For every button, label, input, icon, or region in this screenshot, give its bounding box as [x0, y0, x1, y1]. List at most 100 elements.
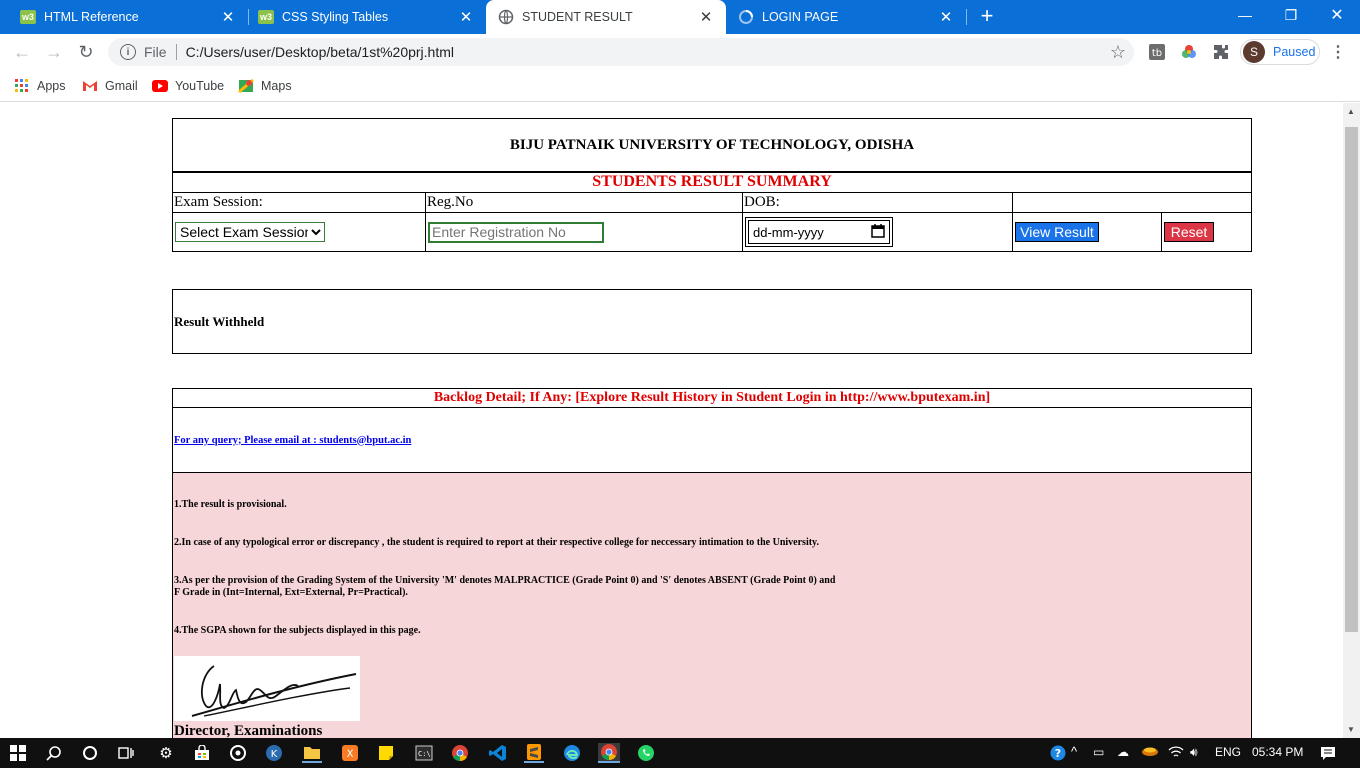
- minimize-button[interactable]: —: [1222, 0, 1268, 30]
- svg-text:ⵝ: ⵝ: [347, 749, 354, 760]
- bookmark-youtube[interactable]: YouTube: [152, 76, 224, 96]
- chrome-active-icon[interactable]: [598, 743, 620, 763]
- tab-login-page[interactable]: LOGIN PAGE ✕: [726, 0, 966, 34]
- exam-session-select[interactable]: Select Exam Session: [175, 222, 325, 242]
- vscode-icon[interactable]: [488, 743, 508, 763]
- dob-label: DOB:: [742, 192, 1013, 213]
- whatsapp-icon[interactable]: [636, 743, 656, 763]
- reg-no-label: Reg.No: [425, 192, 743, 213]
- store-icon[interactable]: [192, 743, 212, 763]
- reg-no-cell: [425, 212, 743, 252]
- close-icon[interactable]: ✕: [938, 9, 954, 26]
- sticky-notes-icon[interactable]: [376, 743, 396, 763]
- tab-separator: [966, 9, 967, 25]
- svg-text:?: ?: [1055, 747, 1061, 760]
- view-result-button[interactable]: View Result: [1015, 222, 1099, 242]
- profile-button[interactable]: S Paused: [1240, 39, 1320, 65]
- close-icon[interactable]: ✕: [220, 9, 236, 26]
- note-grading: 3.As per the provision of the Grading Sy…: [174, 575, 1251, 599]
- note-provisional: 1.The result is provisional.: [174, 499, 287, 510]
- dob-cell: dd-mm-yyyy: [742, 212, 1013, 252]
- tray-chevron-icon[interactable]: ^: [1071, 744, 1077, 759]
- restore-button[interactable]: ❐: [1268, 0, 1314, 30]
- back-button[interactable]: ←: [10, 40, 34, 64]
- scroll-down-arrow-icon[interactable]: ▼: [1347, 725, 1355, 734]
- info-icon[interactable]: i: [120, 44, 136, 60]
- tab-strip: w3 HTML Reference ✕ w3 CSS Styling Table…: [0, 0, 1360, 34]
- url-text[interactable]: C:/Users/user/Desktop/beta/1st%20prj.htm…: [186, 44, 454, 60]
- backlog-table: Backlog Detail; If Any: [Explore Result …: [172, 388, 1252, 738]
- color-wheel-extension-icon[interactable]: [1179, 42, 1199, 62]
- window-close-button[interactable]: ✕: [1314, 0, 1360, 30]
- university-title: BIJU PATNAIK UNIVERSITY OF TECHNOLOGY, O…: [172, 118, 1252, 173]
- signatory-title: Director, Examinations: [174, 723, 323, 738]
- scrollbar-thumb[interactable]: [1345, 127, 1358, 632]
- loading-icon: [738, 9, 754, 25]
- browser-toolbar: ← → ↻ i File C:/Users/user/Desktop/beta/…: [0, 34, 1360, 70]
- wifi-icon[interactable]: [1168, 745, 1184, 762]
- tab-student-result[interactable]: STUDENT RESULT ✕: [486, 0, 726, 34]
- new-tab-button[interactable]: +: [976, 5, 998, 27]
- bookmark-apps[interactable]: Apps: [14, 76, 66, 96]
- clock[interactable]: 05:34 PM: [1252, 745, 1303, 759]
- bookmark-label: Apps: [37, 79, 66, 93]
- address-bar[interactable]: i File C:/Users/user/Desktop/beta/1st%20…: [108, 38, 1134, 66]
- bookmark-gmail[interactable]: Gmail: [82, 76, 138, 96]
- query-email-link[interactable]: For any query; Please email at : student…: [174, 435, 411, 446]
- settings-icon[interactable]: ⚙: [156, 743, 176, 763]
- extension-icon[interactable]: tb: [1147, 42, 1167, 62]
- start-icon[interactable]: [8, 743, 28, 763]
- tab-css-styling-tables[interactable]: w3 CSS Styling Tables ✕: [238, 0, 486, 34]
- task-view-icon[interactable]: [116, 743, 136, 763]
- sublime-icon[interactable]: [524, 743, 544, 763]
- calendar-icon[interactable]: [871, 223, 885, 241]
- close-icon[interactable]: ✕: [458, 9, 474, 26]
- volume-icon[interactable]: 🔊︎: [1190, 745, 1198, 760]
- globe-icon: [498, 9, 514, 25]
- bookmarks-bar: Apps Gmail YouTube Maps: [0, 70, 1360, 102]
- reset-button[interactable]: Reset: [1164, 222, 1214, 242]
- bookmark-maps[interactable]: Maps: [238, 76, 292, 96]
- dob-field[interactable]: dd-mm-yyyy: [745, 217, 893, 247]
- terminal-icon[interactable]: C:\: [414, 743, 434, 763]
- tab-title: LOGIN PAGE: [762, 10, 839, 24]
- reset-cell: Reset: [1161, 212, 1252, 252]
- file-explorer-icon[interactable]: [302, 743, 322, 763]
- help-icon[interactable]: ?: [1048, 743, 1068, 763]
- scroll-up-arrow-icon[interactable]: ▲: [1347, 107, 1355, 116]
- forward-button[interactable]: →: [42, 40, 66, 64]
- profile-status: Paused: [1273, 45, 1316, 59]
- note-sgpa: 4.The SGPA shown for the subjects displa…: [174, 625, 421, 636]
- bookmark-star-icon[interactable]: ☆: [1110, 42, 1126, 63]
- cloud-icon[interactable]: ☁: [1117, 745, 1129, 759]
- close-icon[interactable]: ✕: [698, 9, 714, 26]
- xampp-icon[interactable]: ⵝ: [340, 743, 360, 763]
- vertical-scrollbar[interactable]: ▲ ▼: [1343, 103, 1360, 738]
- exam-session-cell: Select Exam Session: [172, 212, 426, 252]
- empty-header-cell: [1012, 192, 1252, 213]
- notes-cell: 1.The result is provisional. 2.In case o…: [172, 472, 1252, 738]
- extensions-puzzle-icon[interactable]: [1211, 42, 1231, 62]
- browser-menu-icon[interactable]: ⋮: [1330, 42, 1346, 62]
- dob-input[interactable]: dd-mm-yyyy: [748, 220, 890, 244]
- edge-icon[interactable]: [562, 743, 582, 763]
- weather-icon[interactable]: [1141, 745, 1159, 760]
- bookmark-label: Maps: [261, 79, 292, 93]
- dob-placeholder: dd-mm-yyyy: [753, 224, 824, 240]
- url-scheme: File: [144, 44, 167, 60]
- battery-icon[interactable]: ▭: [1093, 745, 1104, 759]
- network-icon[interactable]: K: [264, 743, 284, 763]
- cortana-icon[interactable]: [80, 743, 100, 763]
- reload-button[interactable]: ↻: [74, 40, 98, 64]
- language-indicator[interactable]: ENG: [1215, 745, 1241, 759]
- tab-title: CSS Styling Tables: [282, 10, 389, 24]
- tab-title: HTML Reference: [44, 10, 139, 24]
- svg-text:C:\: C:\: [418, 750, 431, 758]
- media-icon[interactable]: [228, 743, 248, 763]
- tab-html-reference[interactable]: w3 HTML Reference ✕: [0, 0, 248, 34]
- notifications-icon[interactable]: [1318, 743, 1338, 763]
- registration-input[interactable]: [428, 221, 604, 243]
- windows-taskbar: ⚙ K ⵝ C:\ ? ^ ▭ ☁ �: [0, 738, 1360, 768]
- chrome-icon[interactable]: [450, 743, 470, 763]
- search-icon[interactable]: [44, 743, 64, 763]
